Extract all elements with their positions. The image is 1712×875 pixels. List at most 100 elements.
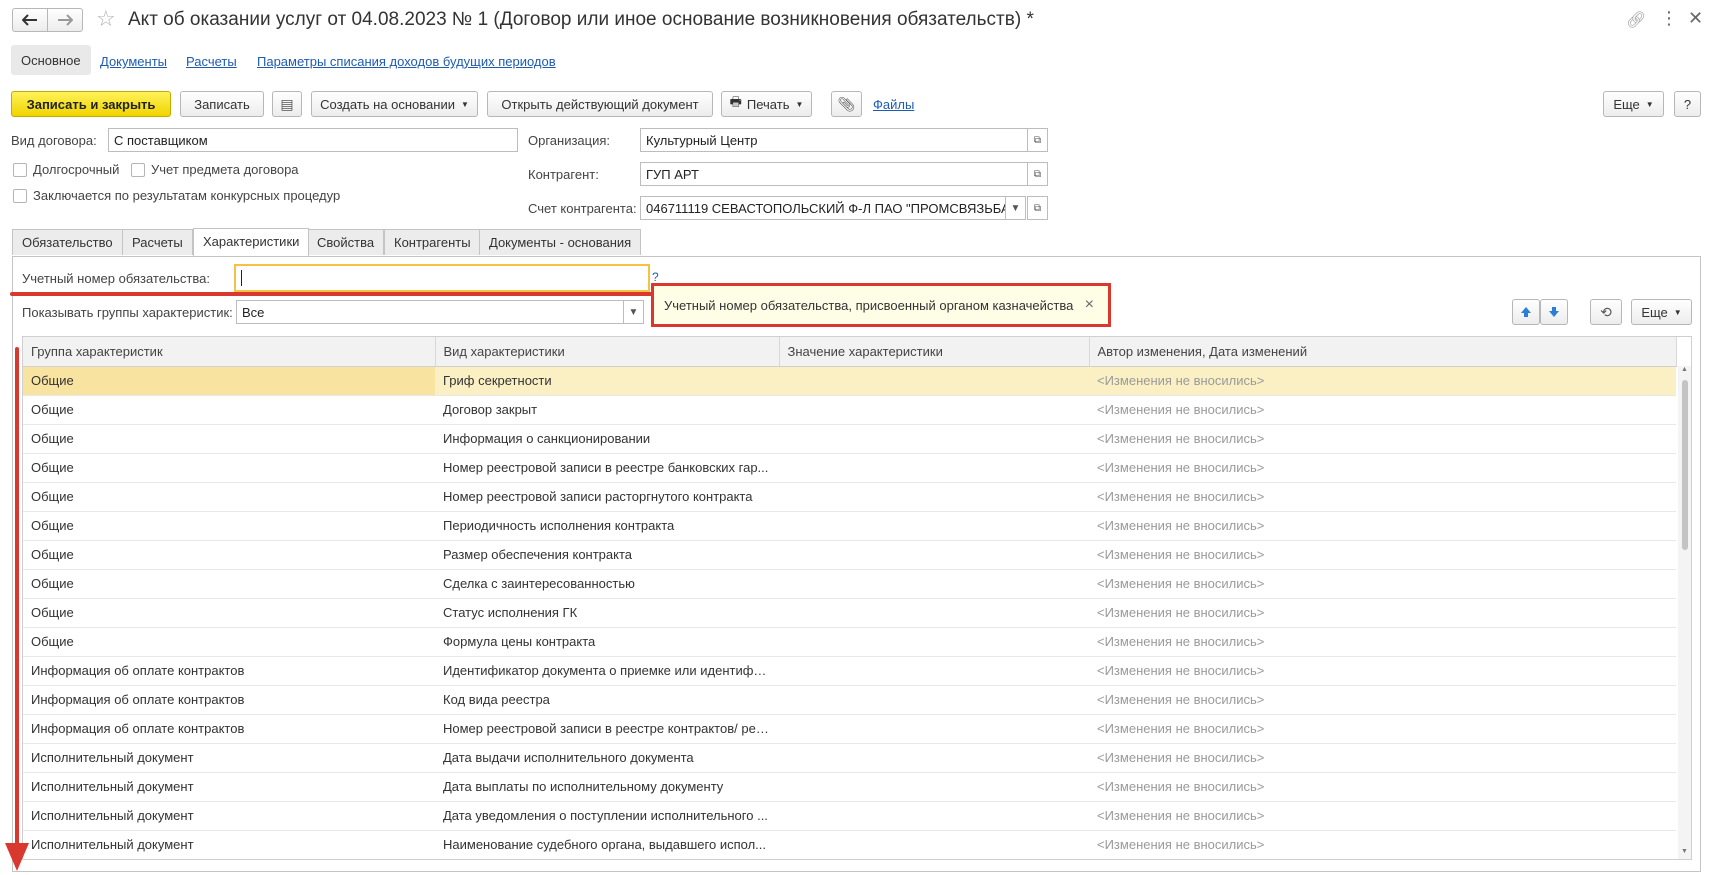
cell-author[interactable]: <Изменения не вносились> <box>1089 685 1676 715</box>
tab-counterparties[interactable]: Контрагенты <box>384 229 481 255</box>
column-header-author[interactable]: Автор изменения, Дата изменений <box>1089 337 1677 367</box>
cell-kind[interactable]: Сделка с заинтересованностью <box>435 569 779 599</box>
cell-value[interactable] <box>779 598 1089 628</box>
cell-value[interactable] <box>779 424 1089 454</box>
cell-kind[interactable]: Договор закрыт <box>435 395 779 425</box>
account-dropdown-button[interactable]: ▼ <box>1005 196 1026 220</box>
cell-value[interactable] <box>779 511 1089 541</box>
table-more-button[interactable]: Еще ▼ <box>1631 299 1692 325</box>
cell-author[interactable]: <Изменения не вносились> <box>1089 830 1676 859</box>
table-row[interactable]: Информация об оплате контрактов Код вида … <box>23 685 1676 715</box>
cell-author[interactable]: <Изменения не вносились> <box>1089 772 1676 802</box>
table-row[interactable]: Общие Периодичность исполнения контракта <… <box>23 511 1676 541</box>
competitive-checkbox[interactable] <box>13 189 27 203</box>
cell-kind[interactable]: Код вида реестра <box>435 685 779 715</box>
cell-value[interactable] <box>779 772 1089 802</box>
cell-group[interactable]: Информация об оплате контрактов <box>23 714 435 744</box>
cell-value[interactable] <box>779 627 1089 657</box>
table-row[interactable]: Общие Формула цены контракта <Изменения не… <box>23 627 1676 657</box>
cell-kind[interactable]: Дата выплаты по исполнительному документ… <box>435 772 779 802</box>
table-row[interactable]: Исполнительный документ Наименование суде… <box>23 830 1676 859</box>
open-counterparty-button[interactable]: ⧉ <box>1027 162 1048 186</box>
history-button[interactable]: ⟲ <box>1590 299 1622 325</box>
cell-group[interactable]: Общие <box>23 627 435 657</box>
account-field[interactable]: 046711119 СЕВАСТОПОЛЬСКИЙ Ф-Л ПАО "ПРОМС… <box>640 196 1006 220</box>
scroll-down-icon[interactable]: ▼ <box>1681 848 1688 855</box>
table-row[interactable]: Общие Размер обеспечения контракта <Измене… <box>23 540 1676 570</box>
tab-settlements[interactable]: Расчеты <box>122 229 193 255</box>
cell-author[interactable]: <Изменения не вносились> <box>1089 395 1676 425</box>
report-button[interactable]: ▤ <box>272 91 302 117</box>
create-based-on-button[interactable]: Создать на основании ▼ <box>311 91 478 117</box>
cell-kind[interactable]: Периодичность исполнения контракта <box>435 511 779 541</box>
cell-author[interactable]: <Изменения не вносились> <box>1089 482 1676 512</box>
cell-author[interactable]: <Изменения не вносились> <box>1089 743 1676 773</box>
cell-author[interactable]: <Изменения не вносились> <box>1089 598 1676 628</box>
cell-group[interactable]: Общие <box>23 511 435 541</box>
table-row[interactable]: Общие Гриф секретности <Изменения не вноси… <box>23 366 1676 396</box>
tab-characteristics[interactable]: Характеристики <box>193 228 310 256</box>
cell-kind[interactable]: Гриф секретности <box>435 366 779 396</box>
cell-kind[interactable]: Номер реестровой записи расторгнутого ко… <box>435 482 779 512</box>
cell-kind[interactable]: Формула цены контракта <box>435 627 779 657</box>
cell-group[interactable]: Информация об оплате контрактов <box>23 685 435 715</box>
table-row[interactable]: Общие Сделка с заинтересованностью <Измене… <box>23 569 1676 599</box>
more-button[interactable]: Еще ▼ <box>1603 91 1664 117</box>
help-mark[interactable]: ? <box>652 270 659 284</box>
close-icon[interactable]: ✕ <box>1688 8 1703 29</box>
tab-basis-documents[interactable]: Документы - основания <box>479 229 642 255</box>
cell-value[interactable] <box>779 569 1089 599</box>
table-row[interactable]: Исполнительный документ Дата уведомления … <box>23 801 1676 831</box>
cell-group[interactable]: Общие <box>23 540 435 570</box>
save-and-close-button[interactable]: Записать и закрыть <box>11 91 171 117</box>
column-header-group[interactable]: Группа характеристик <box>23 337 436 367</box>
print-button[interactable]: 🖶︎ Печать ▼ <box>721 91 812 117</box>
cell-group[interactable]: Общие <box>23 482 435 512</box>
cell-author[interactable]: <Изменения не вносились> <box>1089 366 1676 396</box>
cell-kind[interactable]: Дата выдачи исполнительного документа <box>435 743 779 773</box>
cell-kind[interactable]: Дата уведомления о поступлении исполните… <box>435 801 779 831</box>
tab-properties[interactable]: Свойства <box>307 229 385 255</box>
favorite-star-icon[interactable]: ☆ <box>96 6 116 32</box>
cell-author[interactable]: <Изменения не вносились> <box>1089 656 1676 686</box>
cell-group[interactable]: Информация об оплате контрактов <box>23 656 435 686</box>
organization-field[interactable]: Культурный Центр <box>640 128 1028 152</box>
cell-author[interactable]: <Изменения не вносились> <box>1089 714 1676 744</box>
cell-author[interactable]: <Изменения не вносились> <box>1089 540 1676 570</box>
cell-value[interactable] <box>779 656 1089 686</box>
contract-type-field[interactable]: С поставщиком <box>108 128 518 152</box>
cell-value[interactable] <box>779 482 1089 512</box>
cell-group[interactable]: Общие <box>23 569 435 599</box>
cell-author[interactable]: <Изменения не вносились> <box>1089 801 1676 831</box>
nav-tab-deferred-income[interactable]: Параметры списания доходов будущих перио… <box>257 54 556 69</box>
table-row[interactable]: Общие Договор закрыт <Изменения не вносили… <box>23 395 1676 425</box>
cell-kind[interactable]: Статус исполнения ГК <box>435 598 779 628</box>
cell-value[interactable] <box>779 366 1089 396</box>
cell-author[interactable]: <Изменения не вносились> <box>1089 424 1676 454</box>
cell-kind[interactable]: Размер обеспечения контракта <box>435 540 779 570</box>
cell-value[interactable] <box>779 801 1089 831</box>
table-row[interactable]: Информация об оплате контрактов Идентифик… <box>23 656 1676 686</box>
table-row[interactable]: Исполнительный документ Дата выплаты по и… <box>23 772 1676 802</box>
cell-group[interactable]: Общие <box>23 424 435 454</box>
cell-author[interactable]: <Изменения не вносились> <box>1089 627 1676 657</box>
open-current-document-button[interactable]: Открыть действующий документ <box>487 91 713 117</box>
cell-value[interactable] <box>779 685 1089 715</box>
cell-value[interactable] <box>779 714 1089 744</box>
help-button[interactable]: ? <box>1674 91 1701 117</box>
cell-group[interactable]: Исполнительный документ <box>23 743 435 773</box>
table-row[interactable]: Информация об оплате контрактов Номер рее… <box>23 714 1676 744</box>
attach-button[interactable]: 📎︎ <box>831 91 862 117</box>
cell-group[interactable]: Исполнительный документ <box>23 772 435 802</box>
cell-author[interactable]: <Изменения не вносились> <box>1089 569 1676 599</box>
open-account-button[interactable]: ⧉ <box>1027 196 1048 220</box>
column-header-kind[interactable]: Вид характеристики <box>435 337 780 367</box>
cell-group[interactable]: Общие <box>23 366 435 396</box>
table-row[interactable]: Общие Информация о санкционировании <Измен… <box>23 424 1676 454</box>
show-groups-select[interactable]: Все <box>236 300 627 324</box>
cell-kind[interactable]: Идентификатор документа о приемке или ид… <box>435 656 779 686</box>
cell-value[interactable] <box>779 395 1089 425</box>
nav-tab-settlements[interactable]: Расчеты <box>186 54 237 69</box>
table-row[interactable]: Общие Статус исполнения ГК <Изменения не в… <box>23 598 1676 628</box>
nav-tab-main[interactable]: Основное <box>11 45 91 75</box>
